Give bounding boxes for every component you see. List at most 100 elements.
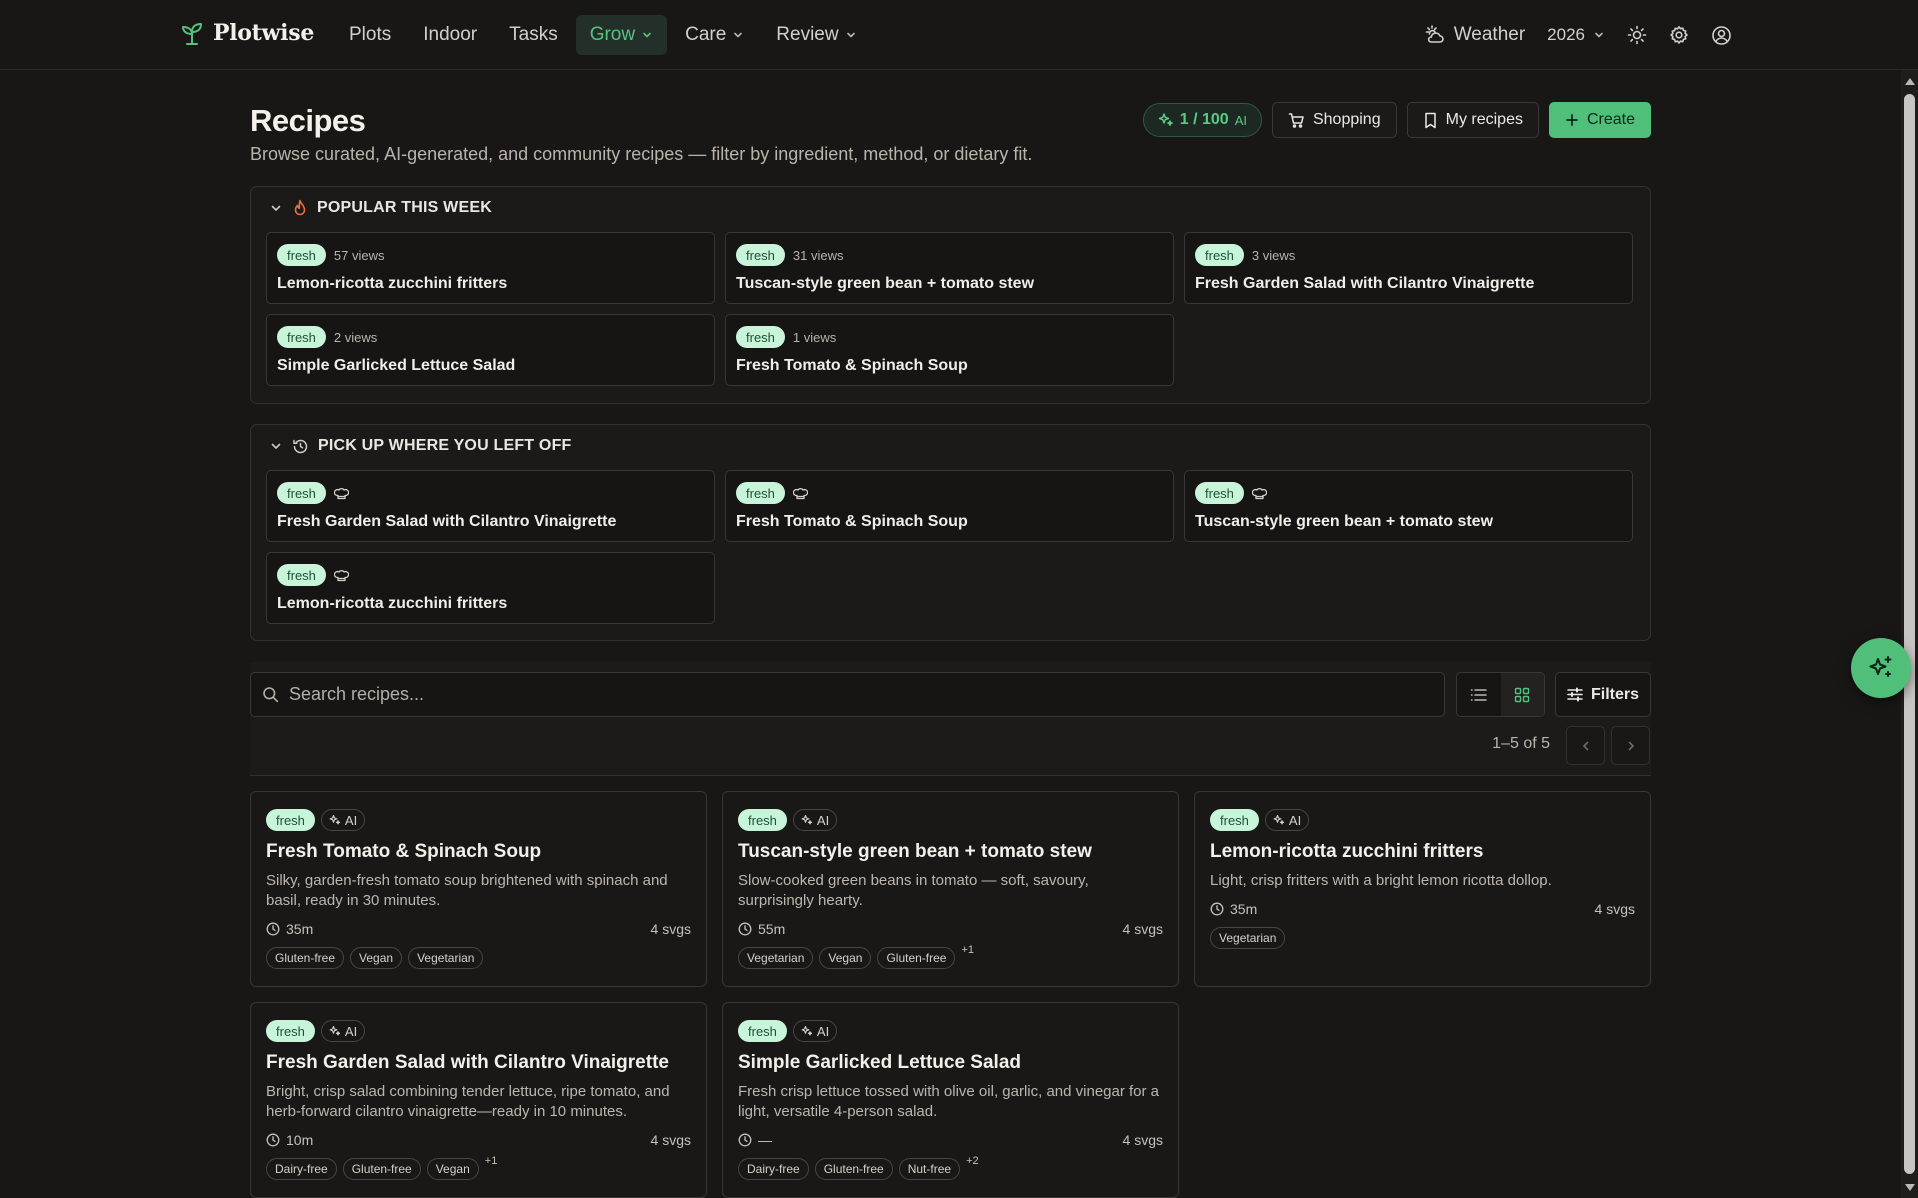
- fresh-badge: fresh: [277, 564, 326, 586]
- ai-badge: AI: [320, 1020, 366, 1042]
- history-icon: [292, 438, 309, 455]
- list-view-button[interactable]: [1457, 673, 1501, 716]
- scroll-down-arrow[interactable]: [1905, 1184, 1915, 1191]
- nav-indoor[interactable]: Indoor: [409, 15, 491, 55]
- grid-view-button[interactable]: [1500, 673, 1544, 716]
- scrollbar[interactable]: [1901, 70, 1918, 1198]
- recipe-title: Fresh Garden Salad with Cilantro Vinaigr…: [266, 1052, 669, 1073]
- results-range: 1–5 of 5: [1492, 735, 1550, 752]
- view-count: 2 views: [333, 329, 378, 345]
- recipe-card[interactable]: fresh AI Fresh Tomato & Spinach Soup Sil…: [250, 791, 707, 987]
- popular-card[interactable]: fresh 57 views Lemon-ricotta zucchini fri…: [266, 232, 715, 304]
- filters-label: Filters: [1590, 685, 1639, 703]
- shopping-button[interactable]: Shopping: [1271, 102, 1397, 138]
- page-subtitle: Browse curated, AI-generated, and commun…: [250, 144, 1033, 164]
- create-button[interactable]: Create: [1548, 102, 1651, 138]
- chevron-down-icon: [732, 29, 744, 41]
- fresh-badge: fresh: [736, 244, 785, 266]
- ai-badge-label: AI: [1288, 812, 1302, 828]
- cart-icon: [1288, 112, 1305, 129]
- page-title: Recipes: [250, 103, 366, 138]
- nav-plots[interactable]: Plots: [335, 15, 405, 55]
- recent-header[interactable]: PICK UP WHERE YOU LEFT OFF: [269, 437, 572, 455]
- recipe-card[interactable]: fresh AI Simple Garlicked Lettuce Salad …: [722, 1002, 1179, 1198]
- filters-button[interactable]: Filters: [1555, 672, 1651, 717]
- sparkles-icon: [1273, 814, 1285, 825]
- ai-quota-value: 1 / 100: [1179, 111, 1229, 128]
- sparkles-icon: [1158, 112, 1174, 128]
- popular-card-title: Simple Garlicked Lettuce Salad: [277, 357, 516, 374]
- nav-tasks-label: Tasks: [509, 24, 558, 45]
- ai-quota-badge[interactable]: 1 / 100 AI: [1142, 103, 1262, 137]
- popular-card[interactable]: fresh 31 views Tuscan-style green bean + …: [725, 232, 1174, 304]
- diet-tag: Vegetarian: [408, 947, 484, 969]
- chevron-down-icon: [641, 29, 653, 41]
- chevron-down-icon: [1593, 29, 1605, 41]
- ai-badge-label: AI: [344, 1023, 358, 1039]
- recipe-time: 35m: [1230, 901, 1258, 917]
- my-recipes-button[interactable]: My recipes: [1406, 102, 1539, 138]
- search-box[interactable]: [250, 672, 1445, 717]
- fresh-badge: fresh: [736, 482, 785, 504]
- nav-grow[interactable]: Grow: [575, 15, 668, 55]
- recent-title: PICK UP WHERE YOU LEFT OFF: [318, 437, 572, 454]
- popular-card-title: Fresh Garden Salad with Cilantro Vinaigr…: [1195, 275, 1535, 292]
- prev-page-button[interactable]: [1566, 726, 1605, 765]
- popular-card[interactable]: fresh 3 views Fresh Garden Salad with Cil…: [1184, 232, 1633, 304]
- recipe-title: Simple Garlicked Lettuce Salad: [738, 1052, 1021, 1073]
- flame-icon: [292, 199, 308, 217]
- scrollbar-thumb[interactable]: [1904, 94, 1915, 1174]
- popular-card[interactable]: fresh 2 views Simple Garlicked Lettuce Sa…: [266, 314, 715, 386]
- recipe-card[interactable]: fresh AI Tuscan-style green bean + tomat…: [722, 791, 1179, 987]
- sparkles-icon: [329, 814, 341, 825]
- next-page-button[interactable]: [1611, 726, 1650, 765]
- brand[interactable]: Plotwise: [181, 20, 314, 46]
- chef-hat-icon: [792, 486, 808, 501]
- view-count: 3 views: [1251, 247, 1296, 263]
- settings-button[interactable]: [1669, 15, 1689, 55]
- fresh-badge: fresh: [277, 326, 326, 348]
- nav-care[interactable]: Care: [671, 15, 758, 55]
- recent-card[interactable]: fresh Tuscan-style green bean + tomato s…: [1184, 470, 1633, 542]
- more-tags-count: +2: [966, 1155, 979, 1167]
- fresh-badge: fresh: [738, 1020, 787, 1042]
- sun-icon: [1627, 25, 1647, 45]
- popular-card-title: Lemon-ricotta zucchini fritters: [277, 275, 508, 292]
- chevron-down-icon: [845, 29, 857, 41]
- grid-icon: [1514, 687, 1530, 703]
- weather-button[interactable]: Weather: [1424, 15, 1525, 55]
- scroll-up-arrow[interactable]: [1905, 78, 1915, 85]
- recipe-time: —: [758, 1132, 772, 1148]
- popular-header[interactable]: POPULAR THIS WEEK: [269, 199, 492, 217]
- search-input[interactable]: [289, 684, 1389, 705]
- nav-tasks[interactable]: Tasks: [495, 15, 572, 55]
- nav-review[interactable]: Review: [762, 15, 870, 55]
- more-tags-count: +1: [484, 1155, 498, 1167]
- shopping-label: Shopping: [1312, 111, 1381, 128]
- my-recipes-label: My recipes: [1445, 111, 1523, 128]
- recipe-description: Fresh crisp lettuce tossed with olive oi…: [738, 1083, 1160, 1120]
- diet-tag: Gluten-free: [266, 947, 345, 969]
- theme-toggle[interactable]: [1627, 15, 1647, 55]
- sparkles-icon: [1867, 654, 1895, 682]
- view-count: 1 views: [792, 329, 837, 345]
- recent-card[interactable]: fresh Fresh Tomato & Spinach Soup: [725, 470, 1174, 542]
- recipe-description: Bright, crisp salad combining tender let…: [266, 1083, 670, 1120]
- clock-icon: [738, 922, 752, 936]
- recent-grid: fresh Fresh Garden Salad with Cilantro V…: [266, 470, 1633, 624]
- recent-card[interactable]: fresh Lemon-ricotta zucchini fritters: [266, 552, 715, 624]
- sparkles-icon: [329, 1025, 341, 1036]
- sparkles-icon: [801, 814, 813, 825]
- ai-badge-label: AI: [816, 1023, 830, 1039]
- sparkles-icon: [801, 1025, 813, 1036]
- recipe-card[interactable]: fresh AI Fresh Garden Salad with Cilantr…: [250, 1002, 707, 1198]
- weather-icon: [1424, 24, 1446, 46]
- recent-card[interactable]: fresh Fresh Garden Salad with Cilantro V…: [266, 470, 715, 542]
- recipe-card[interactable]: fresh AI Lemon-ricotta zucchini fritters…: [1194, 791, 1651, 987]
- diet-tag: Gluten-free: [342, 1158, 421, 1180]
- account-button[interactable]: [1711, 15, 1732, 55]
- recipe-grid: fresh AI Fresh Tomato & Spinach Soup Sil…: [250, 791, 1651, 1198]
- ai-assistant-button[interactable]: [1851, 638, 1911, 698]
- year-select[interactable]: 2026: [1547, 15, 1605, 55]
- popular-card[interactable]: fresh 1 views Fresh Tomato & Spinach Soup: [725, 314, 1174, 386]
